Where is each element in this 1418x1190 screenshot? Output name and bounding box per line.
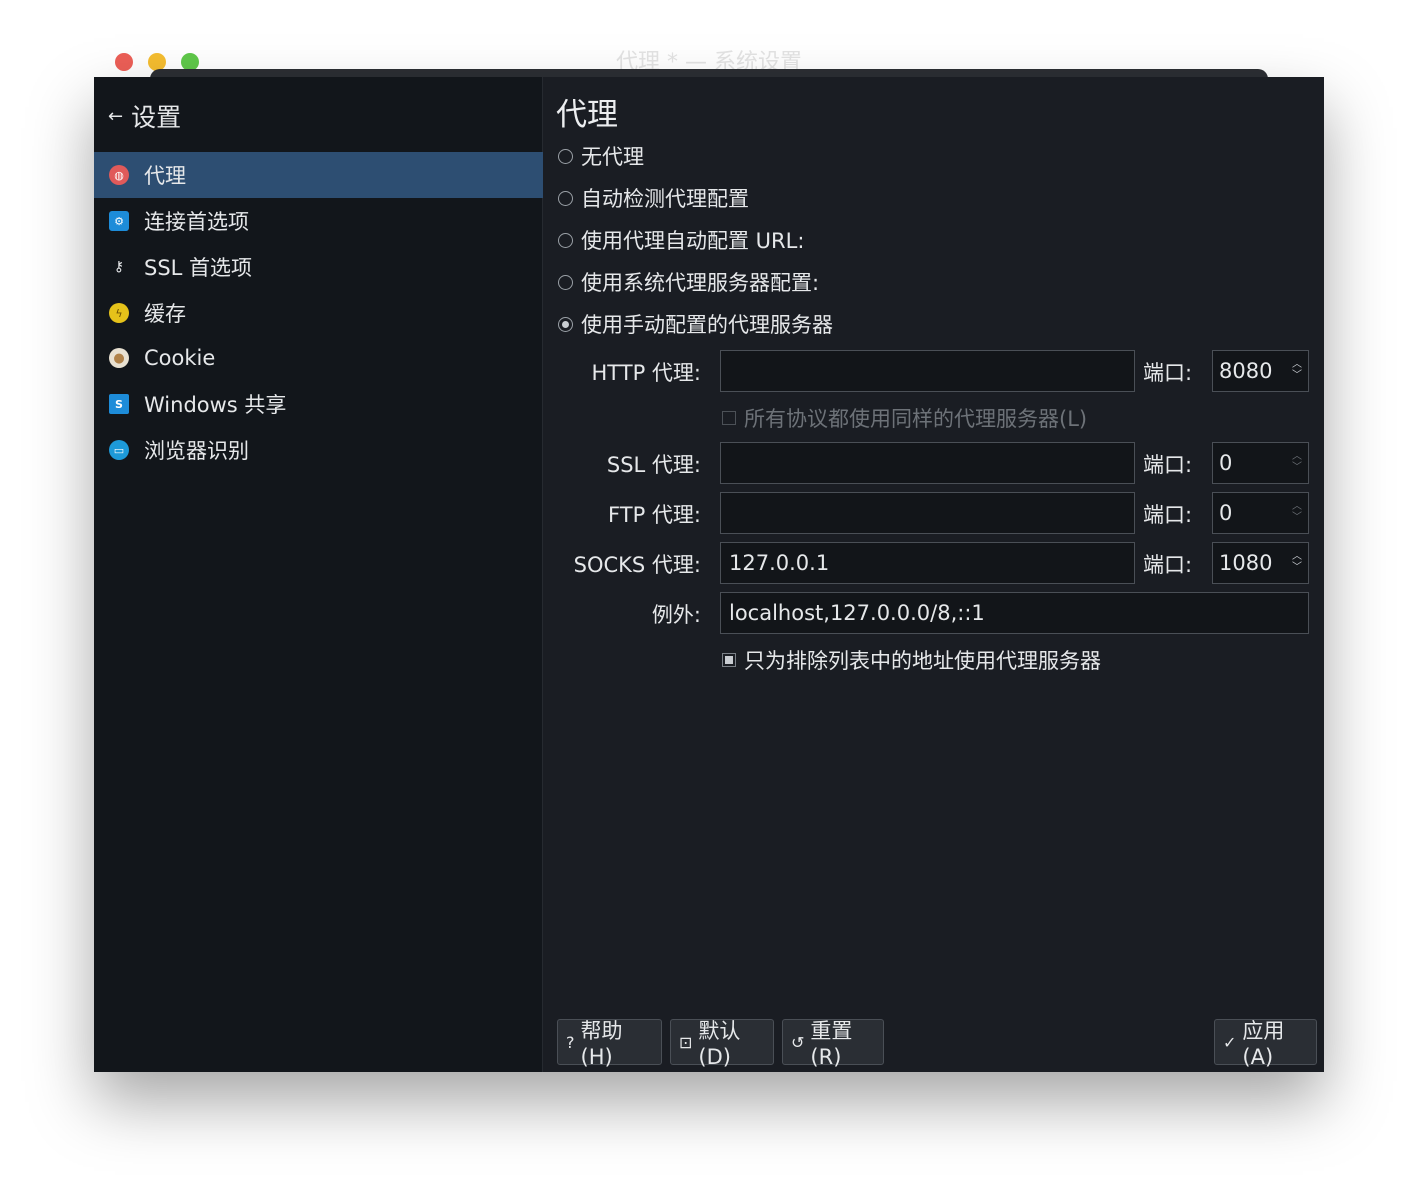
help-button[interactable]: ? 帮助(H) <box>557 1019 662 1069</box>
reset-icon: ↺ <box>791 1032 805 1052</box>
ftp-port-spinbox[interactable]: 0 ︿ ﹀ <box>1212 492 1309 534</box>
socks-port-value: 1080 <box>1219 551 1273 575</box>
sidebar-item-label: Cookie <box>144 346 216 370</box>
radio-indicator <box>558 232 573 248</box>
socks-proxy-input[interactable]: 127.0.0.1 <box>720 542 1135 584</box>
check-icon: ✓ <box>1223 1032 1237 1052</box>
sidebar-item-label: Windows 共享 <box>144 393 287 417</box>
cookie-icon: ● <box>109 348 129 368</box>
sidebar: ← 设置 ◍ 代理 ⚙ 连接首选项 ⚷ SSL 首选项 ϟ 缓存 ● Cooki… <box>94 77 543 1072</box>
sidebar-item-windows-share[interactable]: S Windows 共享 <box>94 381 543 427</box>
radio-label: 自动检测代理配置 <box>581 187 749 211</box>
sidebar-item-cookie[interactable]: ● Cookie <box>94 335 543 381</box>
spin-arrows-icon[interactable]: ︿ ﹀ <box>1292 501 1302 523</box>
sidebar-item-label: 连接首选项 <box>144 210 249 234</box>
sidebar-item-browser-id[interactable]: ▭ 浏览器识别 <box>94 427 543 473</box>
defaults-icon: ⊡ <box>679 1032 693 1052</box>
radio-indicator <box>558 148 573 164</box>
exceptions-input[interactable]: localhost,127.0.0.0/8,::1 <box>720 592 1309 634</box>
ssl-port-spinbox[interactable]: 0 ︿ ﹀ <box>1212 442 1309 484</box>
reset-button-label: 重置(R) <box>810 1019 853 1069</box>
sidebar-item-label: 代理 <box>144 164 186 188</box>
http-port-value: 8080 <box>1219 359 1273 383</box>
spin-arrows-icon[interactable]: ︿ ﹀ <box>1292 551 1302 573</box>
radio-indicator <box>558 274 573 290</box>
spin-arrows-icon[interactable]: ︿ ﹀ <box>1292 359 1302 381</box>
reset-button[interactable]: ↺ 重置(R) <box>782 1019 884 1069</box>
spin-arrows-icon[interactable]: ︿ ﹀ <box>1292 451 1302 473</box>
sidebar-item-ssl[interactable]: ⚷ SSL 首选项 <box>94 244 543 290</box>
radio-label: 使用手动配置的代理服务器 <box>581 313 833 337</box>
radio-label: 无代理 <box>581 145 644 169</box>
back-label: 设置 <box>131 103 182 132</box>
back-arrow-icon: ← <box>108 105 124 127</box>
page-title: 代理 <box>556 97 618 133</box>
radio-system-proxy[interactable]: 使用系统代理服务器配置: <box>558 267 819 297</box>
sidebar-item-proxy[interactable]: ◍ 代理 <box>94 152 543 198</box>
same-proxy-checkbox[interactable]: 所有协议都使用同样的代理服务器(L) <box>722 403 1087 433</box>
sidebar-item-cache[interactable]: ϟ 缓存 <box>94 290 543 336</box>
ssl-port-label: 端口: <box>1143 453 1193 477</box>
radio-label: 使用代理自动配置 URL: <box>581 229 805 253</box>
apply-button[interactable]: ✓ 应用(A) <box>1214 1019 1317 1069</box>
apply-button-label: 应用(A) <box>1242 1019 1285 1069</box>
sidebar-item-label: 缓存 <box>144 302 186 326</box>
http-port-spinbox[interactable]: 8080 ︿ ﹀ <box>1212 350 1309 392</box>
ftp-port-label: 端口: <box>1143 503 1193 527</box>
ssl-key-icon: ⚷ <box>113 259 125 275</box>
network-settings-icon: ⚙ <box>109 211 129 231</box>
browser-id-icon: ▭ <box>109 440 129 460</box>
exceptions-label: 例外: <box>651 603 701 627</box>
windows-share-icon: S <box>109 394 129 414</box>
ssl-proxy-label: SSL 代理: <box>606 453 701 477</box>
radio-manual-proxy[interactable]: 使用手动配置的代理服务器 <box>558 309 833 339</box>
sidebar-item-label: 浏览器识别 <box>144 439 249 463</box>
checkbox-indicator <box>722 653 736 667</box>
ftp-port-value: 0 <box>1219 501 1233 525</box>
radio-no-proxy[interactable]: 无代理 <box>558 141 644 171</box>
http-port-label: 端口: <box>1143 361 1193 385</box>
settings-window: ← 设置 ◍ 代理 ⚙ 连接首选项 ⚷ SSL 首选项 ϟ 缓存 ● Cooki… <box>94 77 1324 1072</box>
ftp-proxy-input[interactable] <box>720 492 1135 534</box>
content-pane: 代理 无代理 自动检测代理配置 使用代理自动配置 URL: 使用系统代理服务器配… <box>544 77 1324 1072</box>
checkbox-label: 只为排除列表中的地址使用代理服务器 <box>744 649 1101 673</box>
http-proxy-input[interactable] <box>720 350 1135 392</box>
cache-bolt-icon: ϟ <box>109 303 129 323</box>
defaults-button-label: 默认(D) <box>698 1019 741 1069</box>
socks-port-label: 端口: <box>1143 553 1193 577</box>
screenshot-stage: 代理 * — 系统设置 ← 设置 ◍ 代理 ⚙ 连接首选项 ⚷ SSL 首选项 … <box>0 0 1418 1190</box>
checkbox-label: 所有协议都使用同样的代理服务器(L) <box>744 407 1088 431</box>
globe-icon: ◍ <box>109 165 129 185</box>
defaults-button[interactable]: ⊡ 默认(D) <box>670 1019 774 1069</box>
socks-port-spinbox[interactable]: 1080 ︿ ﹀ <box>1212 542 1309 584</box>
help-icon: ? <box>566 1032 575 1052</box>
ssl-proxy-input[interactable] <box>720 442 1135 484</box>
help-button-label: 帮助(H) <box>580 1019 623 1069</box>
http-proxy-label: HTTP 代理: <box>591 361 702 385</box>
sidebar-item-label: SSL 首选项 <box>144 256 253 280</box>
sidebar-item-connection[interactable]: ⚙ 连接首选项 <box>94 198 543 244</box>
radio-label: 使用系统代理服务器配置: <box>581 271 820 295</box>
socks-proxy-label: SOCKS 代理: <box>573 553 701 577</box>
ftp-proxy-label: FTP 代理: <box>608 503 701 527</box>
checkbox-indicator <box>722 411 736 425</box>
back-button[interactable]: ← 设置 <box>108 101 182 132</box>
radio-pac-url[interactable]: 使用代理自动配置 URL: <box>558 225 804 255</box>
radio-auto-detect[interactable]: 自动检测代理配置 <box>558 183 749 213</box>
ssl-port-value: 0 <box>1219 451 1233 475</box>
radio-indicator <box>558 190 573 206</box>
radio-indicator <box>558 316 573 332</box>
only-exceptions-checkbox[interactable]: 只为排除列表中的地址使用代理服务器 <box>722 645 1101 675</box>
